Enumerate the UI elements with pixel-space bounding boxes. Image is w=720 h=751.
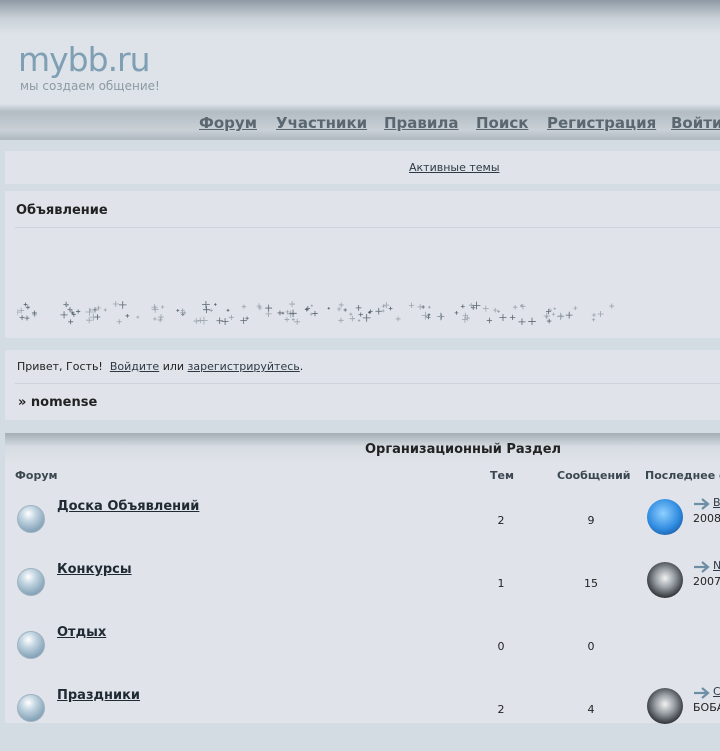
avatar[interactable]	[647, 562, 683, 598]
register-link[interactable]: зарегистрируйтесь	[188, 360, 300, 373]
period-text: .	[299, 360, 304, 373]
main-nav: Форум Участники Правила Поиск Регистраци…	[0, 114, 720, 134]
last-post-date: 2007	[693, 575, 720, 588]
last-post-link[interactable]: N	[713, 559, 720, 572]
active-topics-link[interactable]: Активные темы	[409, 161, 500, 174]
avatar[interactable]	[647, 499, 683, 535]
posts-count: 15	[584, 577, 598, 590]
topics-count: 0	[497, 640, 505, 653]
posts-count: 0	[587, 640, 595, 653]
announcement-title: Объявление	[16, 203, 108, 218]
nav-register[interactable]: Регистрация	[547, 114, 656, 132]
active-topics-bar: Активные темы	[5, 151, 720, 184]
last-post-link[interactable]: С	[713, 685, 720, 698]
nav-members[interactable]: Участники	[276, 114, 367, 132]
forum-status-icon	[17, 694, 45, 722]
nav-login[interactable]: Войти	[671, 114, 720, 132]
go-to-last-post-icon[interactable]	[693, 498, 711, 510]
category-title[interactable]: Организационный Раздел	[365, 442, 561, 457]
login-link[interactable]: Войдите	[110, 360, 159, 373]
forum-category: Организационный Раздел Форум Тем Сообщен…	[5, 433, 720, 724]
site-logo[interactable]: mybb.ru	[18, 40, 151, 79]
go-to-last-post-icon[interactable]	[693, 561, 711, 573]
avatar[interactable]	[647, 688, 683, 724]
breadcrumb: » nomense	[18, 395, 98, 410]
category-header: Организационный Раздел	[5, 433, 720, 463]
sparkle-decoration-image	[17, 301, 615, 325]
last-post-link[interactable]: В	[713, 496, 720, 509]
forum-row: Доска Объявлений 2 9 В 2008	[5, 496, 720, 562]
nav-rules[interactable]: Правила	[384, 114, 459, 132]
last-post-date: 2008	[693, 512, 720, 525]
col-posts: Сообщений	[557, 469, 631, 482]
divider	[15, 227, 720, 228]
or-text: или	[162, 360, 185, 373]
go-to-last-post-icon[interactable]	[693, 687, 711, 699]
forum-row: Отдых 0 0	[5, 625, 720, 688]
divider	[15, 383, 720, 384]
last-post-date: БОБА	[693, 701, 720, 714]
topics-count: 2	[497, 514, 505, 527]
welcome-panel: Привет, Гость! Войдите или зарегистрируй…	[5, 350, 720, 420]
site-header: mybb.ru мы создаем общение! Форум Участн…	[0, 0, 720, 140]
forum-status-icon	[17, 631, 45, 659]
site-slogan: мы создаем общение!	[20, 79, 160, 93]
announcement-panel: Объявление	[5, 191, 720, 338]
forum-row: Конкурсы 1 15 N 2007	[5, 559, 720, 625]
forum-link[interactable]: Доска Объявлений	[57, 499, 199, 514]
forum-link[interactable]: Конкурсы	[57, 562, 132, 577]
forum-link[interactable]: Отдых	[57, 625, 106, 640]
col-forum: Форум	[15, 469, 58, 482]
posts-count: 9	[587, 514, 595, 527]
topics-count: 2	[497, 703, 505, 716]
topics-count: 1	[497, 577, 505, 590]
nav-forum[interactable]: Форум	[199, 114, 257, 132]
col-topics: Тем	[490, 469, 514, 482]
forum-status-icon	[17, 568, 45, 596]
forum-status-icon	[17, 505, 45, 533]
nav-search[interactable]: Поиск	[476, 114, 528, 132]
welcome-text: Привет, Гость! Войдите или зарегистрируй…	[17, 360, 303, 373]
forum-link[interactable]: Праздники	[57, 688, 140, 703]
col-last-post: Последнее со	[645, 469, 720, 482]
posts-count: 4	[587, 703, 595, 716]
greeting-prefix: Привет, Гость!	[17, 360, 103, 373]
